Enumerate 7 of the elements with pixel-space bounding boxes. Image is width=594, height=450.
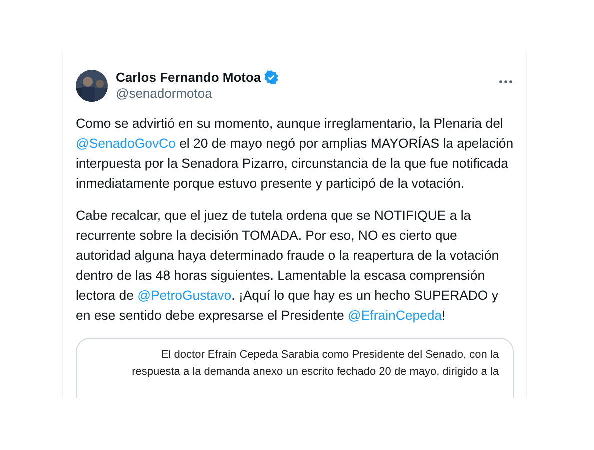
post-text: Cabe recalcar, que el juez de tutela ordena que se NOTIFIQUE a la recurrente sobre la decisión TOMADA. Por eso, NO es cierto que autoridad alguna haya determinado fraude o la reapertura de la votación dentro de las 48 horas siguientes. Lamentable la escasa comprensión lectora de @PetroGustavo. ¡Aquí lo que hay es un hecho SUPERADO y en ese sentido debe expresarse el Presidente @EfrainCepeda!	[76, 207, 500, 325]
document-image[interactable]: El doctor Efrain Cepeda Sarabia como Presidente del Senado, con la respuesta a la demanda anexo un escrito fechado 20 de mayo, dirigido a la	[76, 338, 514, 398]
author-handle[interactable]: @senadormotoa	[116, 86, 490, 101]
document-text: El doctor Efrain Cepeda Sarabia como Presidente del Senado, con la	[160, 348, 499, 363]
post-text: Como se advirtió en su momento, aunque irreglamentario, la Plenaria del @SenadoGovCo el 20 de mayo negó por amplias MAYORÍAS la apelación interpuesta por la Senadora Pizarro, circunstancia de la que fue notificada inmediatamente porque estuvo presente y participó de la votación.	[76, 115, 514, 193]
author-name[interactable]: Carlos Fernando Motoa	[116, 70, 262, 85]
document-text: respuesta a la demanda anexo un escrito fechado 20 de mayo, dirigido a la	[131, 365, 499, 380]
